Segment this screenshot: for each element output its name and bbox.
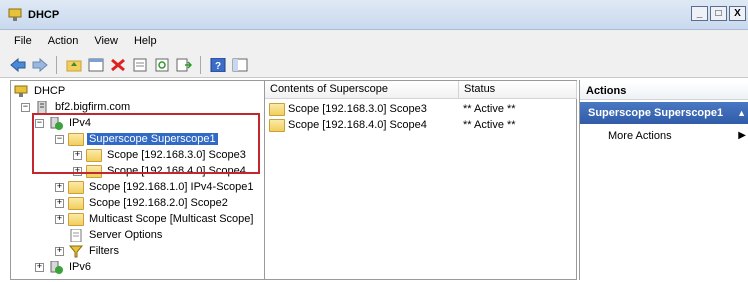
toolbar-separator [200, 55, 201, 74]
tree-item-multicast[interactable]: + Multicast Scope [Multicast Scope] [55, 211, 255, 227]
actions-section-label: Superscope Superscope1 [588, 107, 724, 119]
dhcp-icon [14, 85, 28, 97]
window-title: DHCP [28, 9, 60, 21]
contents-pane[interactable]: Contents of Superscope Status Scope [192… [265, 80, 577, 280]
expand-toggle[interactable]: + [55, 198, 64, 208]
folder-icon [68, 196, 84, 210]
tree-item-filters[interactable]: + Filters [55, 243, 121, 259]
expand-toggle[interactable]: + [55, 214, 64, 224]
menu-help[interactable]: Help [126, 35, 165, 47]
properties-icon[interactable] [86, 55, 105, 74]
console-tree[interactable]: DHCP − bf2.bigfirm.com − IPv4 − Supersco… [10, 80, 265, 280]
folder-icon [269, 118, 285, 132]
toolbar-separator [56, 55, 57, 74]
scope-name: Scope [192.168.3.0] Scope3 [288, 103, 427, 115]
actions-pane: Actions Superscope Superscope1 ▲ More Ac… [579, 80, 748, 280]
menu-bar: File Action View Help [0, 30, 748, 52]
close-button[interactable]: X [729, 6, 746, 21]
tree-label: Scope [192.168.2.0] Scope2 [89, 197, 228, 209]
maximize-button[interactable]: □ [710, 6, 727, 21]
column-header-contents[interactable]: Contents of Superscope [265, 81, 459, 99]
tree-label: Filters [89, 245, 119, 257]
submenu-arrow-icon[interactable]: ▶ [738, 130, 746, 141]
expand-toggle[interactable]: + [55, 246, 64, 256]
minimize-button[interactable]: _ [691, 6, 708, 21]
forward-arrow-icon[interactable] [30, 55, 49, 74]
tree-item-dhcp[interactable]: DHCP [13, 83, 67, 99]
tree-label: IPv6 [69, 261, 92, 273]
status-cell: ** Active ** [463, 119, 516, 131]
tree-item-scope2[interactable]: + Scope [192.168.2.0] Scope2 [55, 195, 230, 211]
actions-header: Actions [580, 82, 748, 100]
tree-label: Scope [192.168.1.0] IPv4-Scope1 [89, 181, 254, 193]
tree-label: Server Options [89, 229, 163, 241]
tree-label: Multicast Scope [Multicast Scope] [89, 213, 254, 225]
refresh-icon[interactable] [152, 55, 171, 74]
status-cell: ** Active ** [463, 103, 516, 115]
menu-view[interactable]: View [86, 35, 126, 47]
scope-name: Scope [192.168.4.0] Scope4 [288, 119, 427, 131]
expand-toggle[interactable]: + [55, 182, 64, 192]
menu-file[interactable]: File [6, 35, 40, 47]
tree-item-scope1[interactable]: + Scope [192.168.1.0] IPv4-Scope1 [55, 179, 256, 195]
actions-section-header[interactable]: Superscope Superscope1 ▲ [580, 102, 748, 124]
ipv6-icon [50, 260, 63, 274]
up-folder-icon[interactable] [64, 55, 83, 74]
more-actions-link[interactable]: More Actions [608, 130, 672, 142]
tree-label: DHCP [34, 85, 66, 97]
highlight-box [32, 113, 260, 174]
export-icon[interactable] [130, 55, 149, 74]
folder-icon [269, 102, 285, 116]
folder-icon [68, 212, 84, 226]
show-hide-icon[interactable] [230, 55, 249, 74]
delete-icon[interactable] [108, 55, 127, 74]
help-icon[interactable]: ? [208, 55, 227, 74]
tree-item-ipv6[interactable]: + IPv6 [35, 259, 93, 275]
list-item[interactable]: Scope [192.168.4.0] Scope4 [269, 117, 427, 133]
back-arrow-icon[interactable] [8, 55, 27, 74]
collapse-toggle[interactable]: − [21, 102, 30, 112]
export-list-icon[interactable] [174, 55, 193, 74]
folder-icon [68, 180, 84, 194]
svg-text:?: ? [214, 61, 220, 72]
list-item[interactable]: Scope [192.168.3.0] Scope3 [269, 101, 427, 117]
column-header-status[interactable]: Status [459, 81, 577, 99]
menu-action[interactable]: Action [40, 35, 87, 47]
collapse-up-icon[interactable]: ▲ [737, 102, 746, 124]
server-options-icon [70, 228, 82, 242]
dhcp-app-icon [8, 8, 22, 21]
server-icon [37, 100, 47, 114]
expand-toggle[interactable]: + [35, 262, 44, 272]
window-controls: _ □ X [691, 6, 746, 21]
tree-label: bf2.bigfirm.com [55, 101, 131, 113]
filter-icon [68, 245, 84, 257]
toolbar: ? [0, 52, 748, 78]
title-bar: DHCP _ □ X [0, 0, 748, 30]
tree-item-server-options[interactable]: Server Options [68, 227, 164, 243]
